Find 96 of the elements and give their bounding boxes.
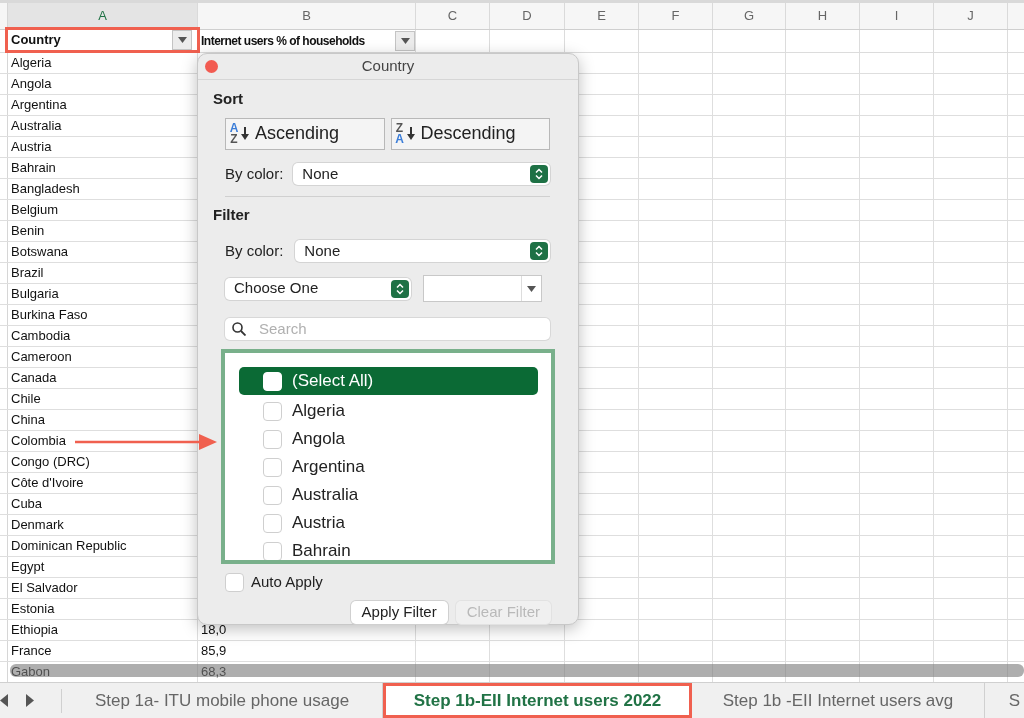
list-item[interactable]: Angola	[239, 425, 538, 453]
list-item[interactable]: Australia	[239, 481, 538, 509]
list-item[interactable]: (Select All)	[239, 367, 538, 395]
table-cell-text: Dominican Republic	[11, 537, 127, 556]
sort-letters-icon: A Z	[229, 122, 239, 145]
sort-button[interactable]: Z A Descending	[390, 117, 550, 150]
search-input[interactable]: Search	[259, 317, 550, 341]
table-cell-text: Cameroon	[11, 348, 72, 367]
table-cell-text: Egypt	[11, 558, 45, 577]
table-cell-text: Congo (DRC)	[11, 453, 90, 472]
scrollbar[interactable]	[10, 664, 1024, 677]
table-cell-text: Algeria	[11, 54, 52, 73]
table-cell-text: Argentina	[11, 96, 67, 115]
table-cell-text: Denmark	[11, 516, 64, 535]
search-icon	[232, 322, 246, 336]
sheet-tab[interactable]: Step 1b-EII Internet users 2022	[383, 683, 692, 718]
sheet-tab[interactable]: Step 1b -EII Internet users avg	[692, 683, 985, 718]
column-header[interactable]: C	[416, 3, 490, 29]
header-text: Country	[11, 31, 61, 50]
table-cell-text: Australia	[11, 117, 62, 136]
checkbox[interactable]	[263, 513, 282, 533]
table-cell-text: Austria	[11, 138, 52, 157]
table-cell-text: Cambodia	[11, 327, 71, 346]
column-header[interactable]: D	[490, 3, 565, 29]
color-select[interactable]: None	[295, 239, 550, 262]
checkbox[interactable]	[263, 429, 282, 449]
column-header[interactable]: E	[565, 3, 639, 29]
popup-title: Country	[361, 56, 415, 77]
checkbox[interactable]	[263, 401, 282, 421]
search-field[interactable]: Search	[225, 318, 550, 340]
close-button[interactable]	[205, 60, 218, 73]
section-heading: Sort	[213, 89, 244, 109]
table-cell-text: Canada	[11, 369, 57, 388]
field-label: By color:	[225, 240, 284, 261]
list-item[interactable]: Bahrain	[239, 537, 538, 560]
stepper-icon	[530, 164, 548, 183]
table-cell-text: Chile	[11, 390, 41, 409]
table-cell-text: Burkina Faso	[11, 306, 88, 325]
table-cell-text: Estonia	[11, 600, 55, 619]
table-cell-text: China	[11, 411, 45, 430]
table-cell-text: France	[11, 642, 52, 661]
color-select[interactable]: None	[293, 162, 550, 185]
table-cell-text: Brazil	[11, 264, 44, 283]
down-arrow-icon	[406, 127, 415, 140]
sort-button[interactable]: A Z Ascending	[225, 117, 385, 150]
checkbox[interactable]	[263, 485, 282, 505]
list-item[interactable]: Algeria	[239, 397, 538, 425]
table-cell-text: Belgium	[11, 201, 58, 220]
section-heading: Filter	[213, 205, 251, 225]
table-cell-text: Bulgaria	[11, 285, 59, 304]
filter-button[interactable]	[172, 30, 192, 50]
down-arrow-icon	[241, 127, 249, 140]
value-combo-field[interactable]	[423, 275, 542, 302]
apply-filter-button[interactable]: Apply Filter	[350, 600, 448, 624]
sheet-tab[interactable]: S	[985, 683, 1024, 718]
table-cell-text: Côte d'Ivoire	[11, 474, 84, 493]
condition-select[interactable]: Choose One	[225, 277, 411, 300]
table-cell-text: Benin	[11, 222, 45, 241]
column-header[interactable]: I	[860, 3, 934, 29]
checkbox[interactable]	[225, 572, 244, 592]
table-cell-text: Colombia	[11, 432, 66, 451]
table-cell-text: 85,9	[201, 642, 227, 661]
stepper-icon	[530, 241, 548, 260]
header-text: Internet users % of households	[201, 33, 365, 50]
column-header[interactable]: F	[639, 3, 713, 29]
column-header[interactable]: A	[8, 3, 198, 29]
table-cell-text: Ethiopia	[11, 621, 58, 640]
table-cell-text: 18,0	[201, 621, 227, 640]
scroll-right-icon[interactable]	[26, 694, 34, 707]
header-cell[interactable]: Internet users % of households	[198, 30, 416, 52]
field-label: By color:	[225, 163, 284, 184]
sheet-tab[interactable]: Step 1a- ITU mobile phone usage	[62, 683, 383, 718]
column-header[interactable]: G	[713, 3, 786, 29]
table-cell-text: Botswana	[11, 243, 69, 262]
checkbox[interactable]	[263, 457, 282, 477]
list-item[interactable]: Austria	[239, 509, 538, 537]
column-header[interactable]: H	[786, 3, 860, 29]
table-cell-text: Gabon	[11, 663, 51, 682]
table-cell-text: 68,3	[201, 663, 227, 682]
caret-icon	[177, 37, 187, 43]
checkbox[interactable]	[263, 541, 282, 560]
list-item[interactable]: Argentina	[239, 453, 538, 481]
column-header[interactable]: B	[198, 3, 416, 29]
table-cell-text: Cuba	[11, 495, 43, 514]
sort-letters-icon: Z A	[394, 122, 405, 145]
caret-icon	[527, 285, 536, 292]
table-cell-text: Bahrain	[11, 159, 56, 178]
caret-icon	[400, 38, 410, 44]
checkbox-label: Auto Apply	[251, 572, 323, 592]
stepper-icon	[391, 279, 409, 298]
table-cell-text: Bangladesh	[11, 180, 80, 199]
table-cell-text: El Salvador	[11, 579, 78, 598]
filter-button[interactable]	[395, 31, 415, 51]
scroll-left-icon[interactable]	[0, 694, 8, 707]
column-header[interactable]: J	[934, 3, 1008, 29]
table-cell-text: Angola	[11, 75, 52, 94]
